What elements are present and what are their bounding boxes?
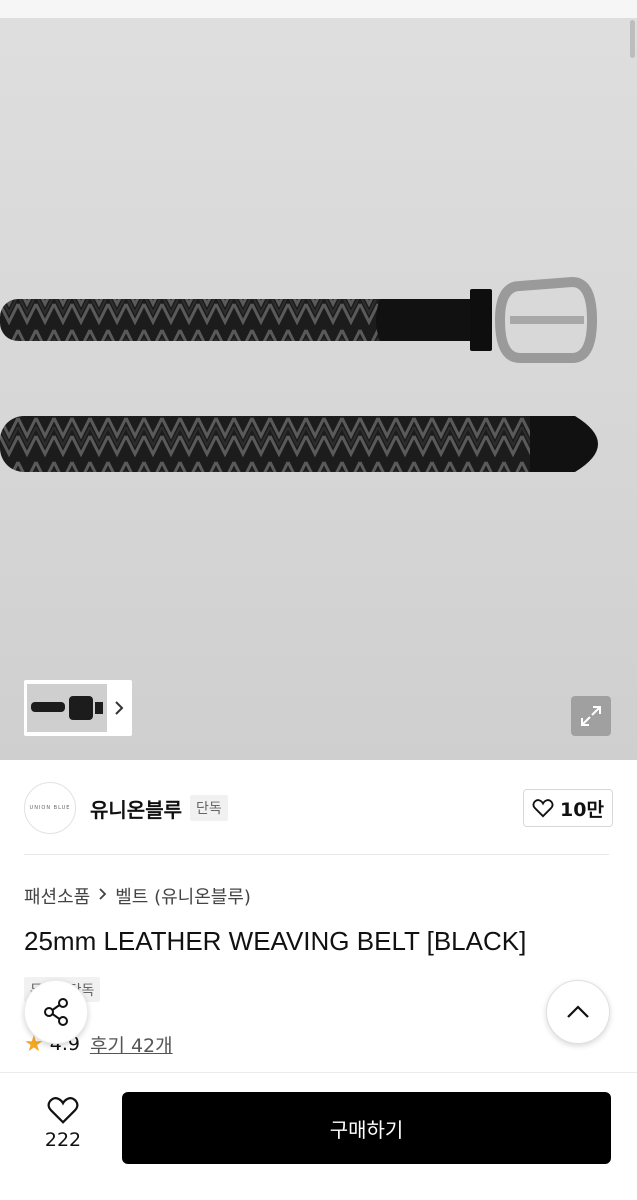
thumbnail-image[interactable] <box>27 684 107 732</box>
bottom-action-bar: 222 구매하기 <box>0 1072 637 1200</box>
breadcrumb-item-subcategory[interactable]: 벨트 (유니온블루) <box>115 883 251 909</box>
brand-logo-text: UNION BLUE <box>29 805 71 811</box>
belt-lower-strand <box>0 416 560 472</box>
share-icon <box>44 998 68 1026</box>
buy-button[interactable]: 구매하기 <box>122 1092 611 1164</box>
brand-row[interactable]: UNION BLUE 유니온블루 단독 10만 <box>24 782 613 834</box>
brand-like-count: 10만 <box>560 798 604 821</box>
thumbnail-strip[interactable] <box>24 680 132 736</box>
brand-name[interactable]: 유니온블루 <box>90 794 182 823</box>
breadcrumb-item-category[interactable]: 패션소품 <box>24 883 90 909</box>
expand-icon[interactable] <box>571 696 611 736</box>
chevron-right-icon <box>98 887 107 905</box>
brand-logo[interactable]: UNION BLUE <box>24 782 76 834</box>
belt-tip <box>530 416 598 472</box>
breadcrumb: 패션소품 벨트 (유니온블루) <box>24 882 251 910</box>
scroll-to-top-button[interactable] <box>546 980 610 1044</box>
wishlist-button[interactable]: 222 <box>24 1095 102 1161</box>
belt-illustration <box>0 276 598 472</box>
brand-like-button[interactable]: 10만 <box>523 789 613 827</box>
share-button[interactable] <box>24 980 88 1044</box>
heart-outline-icon <box>47 1097 79 1124</box>
heart-outline-icon <box>532 799 554 818</box>
product-image[interactable] <box>0 18 637 760</box>
chevron-up-icon <box>567 1005 589 1018</box>
status-strip <box>0 0 637 18</box>
chevron-right-icon[interactable] <box>107 684 131 732</box>
divider <box>24 854 609 855</box>
belt-keeper <box>470 289 492 351</box>
review-link[interactable]: 후기 42개 <box>90 1031 173 1058</box>
product-title: 25mm LEATHER WEAVING BELT [BLACK] <box>24 926 527 956</box>
wishlist-count: 222 <box>44 1129 82 1151</box>
belt-upper-strand <box>0 299 400 341</box>
brand-exclusive-badge: 단독 <box>190 795 228 821</box>
belt-leather-tab <box>376 299 470 341</box>
